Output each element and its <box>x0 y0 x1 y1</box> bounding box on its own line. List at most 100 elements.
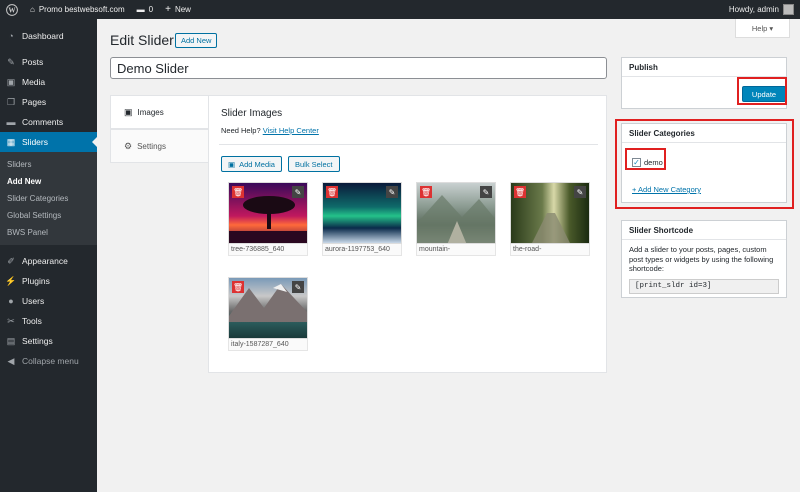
submenu-slider-categories[interactable]: Slider Categories <box>0 190 97 207</box>
add-new-button[interactable]: Add New <box>175 33 218 48</box>
help-text: Need Help? <box>221 126 261 135</box>
site-name-label: Promo bestwebsoft.com <box>38 5 125 14</box>
sidebar-item-label: Appearance <box>22 256 68 266</box>
sidebar-item-dashboard[interactable]: ◔ Dashboard <box>0 26 97 46</box>
update-highlight <box>737 77 787 105</box>
delete-icon[interactable]: 🗑 <box>420 186 432 198</box>
dashboard-icon: ◔ <box>8 31 14 41</box>
delete-icon[interactable]: 🗑 <box>514 186 526 198</box>
submenu-global-settings[interactable]: Global Settings <box>0 207 97 224</box>
collapse-icon: ◀ <box>7 355 15 366</box>
site-name-link[interactable]: ⌂ Promo bestwebsoft.com <box>24 0 131 19</box>
submenu-sliders[interactable]: Sliders <box>0 156 97 173</box>
edit-icon[interactable]: ✎ <box>386 186 398 198</box>
sidebar-item-sliders[interactable]: ▦ Sliders <box>0 132 97 152</box>
tab-images[interactable]: ▣ Images <box>110 95 208 129</box>
sidebar-item-tools[interactable]: ✂ Tools <box>0 311 97 331</box>
avatar <box>783 4 794 15</box>
main-content: Help ▾ Edit Slider Add New Demo Slider ▣… <box>97 19 800 492</box>
image-icon: ▣ <box>124 106 133 117</box>
collapse-menu-button[interactable]: ◀ Collapse menu <box>0 351 97 371</box>
help-tab-button[interactable]: Help ▾ <box>735 19 790 38</box>
shortcode-title: Slider Shortcode <box>622 221 786 240</box>
demo-highlight <box>625 148 666 170</box>
sidebar-item-label: Settings <box>22 336 53 346</box>
sliders-icon: ▦ <box>6 136 16 147</box>
delete-icon[interactable]: 🗑 <box>232 281 244 293</box>
collapse-label: Collapse menu <box>22 356 79 366</box>
sidebar-item-label: Media <box>22 77 46 87</box>
sidebar-item-appearance[interactable]: ✐ Appearance <box>0 251 97 271</box>
media-icon: ▣ <box>6 76 16 87</box>
image-caption: the-road- <box>510 244 590 256</box>
brush-icon: ✐ <box>7 255 15 266</box>
aurora-image: 🗑 ✎ <box>322 182 402 244</box>
new-label: New <box>174 5 191 14</box>
submenu-bws-panel[interactable]: BWS Panel <box>0 224 97 241</box>
sidebar-item-media[interactable]: ▣ Media <box>0 72 97 92</box>
tab-label: Settings <box>137 141 166 151</box>
add-media-icon: ▣ <box>228 159 236 169</box>
plugin-icon: ⚡ <box>5 275 17 286</box>
comments-count: 0 <box>148 5 154 14</box>
mountain-image: 🗑 ✎ <box>416 182 496 244</box>
help-line: Need Help? Visit Help Center <box>221 126 319 135</box>
panel-title: Slider Images <box>221 108 283 119</box>
edit-icon[interactable]: ✎ <box>574 186 586 198</box>
pages-icon: ❐ <box>6 96 16 107</box>
edit-icon[interactable]: ✎ <box>292 186 304 198</box>
plus-icon: + <box>165 4 171 15</box>
slider-image-item[interactable]: 🗑 ✎ italy-1587287_640 <box>228 277 308 351</box>
shortcode-description: Add a slider to your posts, pages, custo… <box>629 245 774 273</box>
slider-image-item[interactable]: 🗑 ✎ mountain- <box>416 182 496 256</box>
delete-icon[interactable]: 🗑 <box>232 186 244 198</box>
delete-icon[interactable]: 🗑 <box>326 186 338 198</box>
divider <box>219 144 598 145</box>
tab-settings[interactable]: ⚙ Settings <box>110 129 208 163</box>
comments-link[interactable]: ▬ 0 <box>131 0 159 19</box>
users-icon: ● <box>8 296 14 306</box>
new-content-link[interactable]: + New <box>159 0 197 19</box>
sidebar-item-users[interactable]: ● Users <box>0 291 97 311</box>
account-menu[interactable]: Howdy, admin <box>723 0 800 19</box>
bulk-select-button[interactable]: Bulk Select <box>288 156 340 172</box>
shortcode-field[interactable]: [print_sldr id=3] <box>629 278 779 294</box>
publish-title: Publish <box>622 58 786 77</box>
edit-icon[interactable]: ✎ <box>480 186 492 198</box>
sidebar-item-comments[interactable]: ▬ Comments <box>0 112 97 132</box>
wrench-icon: ✂ <box>7 315 15 326</box>
sidebar-item-label: Plugins <box>22 276 50 286</box>
sidebar-item-posts[interactable]: ✎ Posts <box>0 52 97 72</box>
image-caption: italy-1587287_640 <box>228 339 308 351</box>
slider-image-item[interactable]: 🗑 ✎ the-road- <box>510 182 590 256</box>
slider-shortcode-box: Slider Shortcode Add a slider to your po… <box>621 220 787 298</box>
sidebar-item-pages[interactable]: ❐ Pages <box>0 92 97 112</box>
image-caption: mountain- <box>416 244 496 256</box>
sidebar-item-label: Tools <box>22 316 42 326</box>
gear-icon: ⚙ <box>124 140 133 151</box>
sidebar-item-label: Dashboard <box>22 31 64 41</box>
tab-label: Images <box>137 107 164 117</box>
help-center-link[interactable]: Visit Help Center <box>263 126 319 135</box>
image-caption: tree-736885_640 <box>228 244 308 256</box>
sidebar-item-label: Sliders <box>22 137 48 147</box>
italy-image: 🗑 ✎ <box>228 277 308 339</box>
sidebar-item-label: Comments <box>22 117 64 127</box>
submenu-add-new[interactable]: Add New <box>0 173 97 190</box>
slider-tabs: ▣ Images ⚙ Settings <box>110 95 208 163</box>
add-media-label: Add Media <box>239 159 275 169</box>
svg-text:W: W <box>8 6 16 14</box>
sidebar-item-settings[interactable]: ▤ Settings <box>0 331 97 351</box>
edit-icon[interactable]: ✎ <box>292 281 304 293</box>
sidebar-item-label: Posts <box>22 57 44 67</box>
add-media-button[interactable]: ▣ Add Media <box>221 156 282 172</box>
slider-title-input[interactable]: Demo Slider <box>110 57 607 79</box>
wordpress-logo-icon[interactable]: W <box>0 0 24 19</box>
slider-image-item[interactable]: 🗑 ✎ tree-736885_640 <box>228 182 308 256</box>
slider-image-item[interactable]: 🗑 ✎ aurora-1197753_640 <box>322 182 402 256</box>
home-icon: ⌂ <box>30 5 35 14</box>
images-panel: Slider Images Need Help? Visit Help Cent… <box>208 95 607 373</box>
comment-icon: ▬ <box>136 5 145 14</box>
sidebar-item-plugins[interactable]: ⚡ Plugins <box>0 271 97 291</box>
greeting-label: Howdy, admin <box>728 5 779 14</box>
